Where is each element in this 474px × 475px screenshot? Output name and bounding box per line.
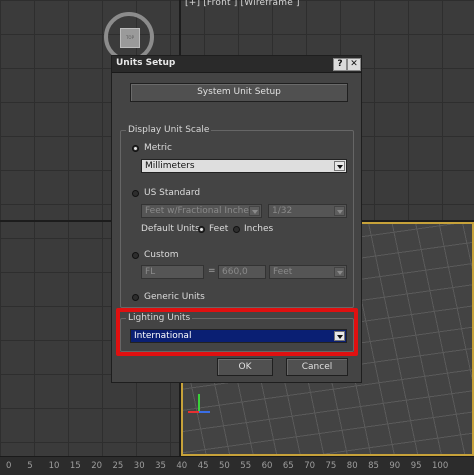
ruler-tick-label: 15 (69, 461, 81, 471)
metric-radio[interactable] (132, 145, 139, 152)
custom-radio[interactable] (132, 252, 139, 259)
feet-label[interactable]: Feet (209, 224, 228, 234)
custom-name-value: FL (145, 267, 156, 277)
metric-label[interactable]: Metric (144, 143, 172, 153)
viewcube-face[interactable]: TOP (120, 28, 140, 48)
custom-amount-field[interactable]: 660,0 (218, 265, 266, 279)
ruler-tick-label: 5 (27, 461, 33, 471)
custom-name-field[interactable]: FL (141, 265, 204, 279)
close-button[interactable]: ✕ (347, 58, 361, 71)
us-standard-label[interactable]: US Standard (144, 188, 200, 198)
us-standard-radio[interactable] (132, 190, 139, 197)
default-units-label: Default Units: (141, 224, 203, 234)
ruler-tick-label: 45 (197, 461, 209, 471)
help-button[interactable]: ? (333, 58, 347, 71)
ruler-tick-label: 90 (389, 461, 401, 471)
axis-tripod-icon (188, 394, 210, 413)
custom-label[interactable]: Custom (144, 250, 178, 260)
ruler-tick-label: 75 (325, 461, 337, 471)
ruler-tick-label: 60 (261, 461, 273, 471)
custom-amount-value: 660,0 (222, 267, 248, 277)
ruler-tick-label: 0 (6, 461, 12, 471)
ruler-tick-label: 10 (48, 461, 60, 471)
ruler-tick-label: 65 (282, 461, 294, 471)
ruler-tick-label: 55 (240, 461, 252, 471)
chevron-down-icon[interactable] (249, 206, 260, 216)
equals-sign: = (208, 266, 216, 276)
display-unit-scale-group: Display Unit Scale (120, 125, 354, 308)
generic-units-label[interactable]: Generic Units (144, 292, 205, 302)
metric-units-value: Millimeters (145, 161, 195, 171)
us-standard-value: Feet w/Fractional Inches (145, 206, 254, 216)
ruler-tick-label: 30 (133, 461, 145, 471)
time-ruler[interactable]: 0 5 10 15 20 25 30 35 40 45 50 55 60 65 70 75 80 85 90 95 10… (0, 456, 474, 475)
us-standard-dropdown[interactable]: Feet w/Fractional Inches (141, 204, 262, 218)
ruler-tick-label: 20 (91, 461, 103, 471)
cancel-button[interactable]: Cancel (286, 358, 348, 376)
ruler-tick-label: 100 (432, 461, 449, 471)
display-unit-scale-title: Display Unit Scale (126, 125, 212, 135)
chevron-down-icon[interactable] (334, 161, 345, 171)
ruler-tick-label: 80 (346, 461, 358, 471)
metric-units-dropdown[interactable]: Millimeters (141, 159, 347, 173)
default-feet-radio[interactable] (198, 226, 205, 233)
generic-units-radio[interactable] (132, 294, 139, 301)
chevron-down-icon[interactable] (334, 267, 345, 277)
ruler-tick-label: 95 (410, 461, 422, 471)
custom-unit-dropdown[interactable]: Feet (269, 265, 347, 279)
default-inches-radio[interactable] (233, 226, 240, 233)
ruler-tick-label: 70 (304, 461, 316, 471)
ruler-tick-label: 40 (176, 461, 188, 471)
ok-button[interactable]: OK (217, 358, 273, 376)
ruler-tick-label: 85 (368, 461, 379, 471)
chevron-down-icon[interactable] (334, 206, 345, 216)
inches-label[interactable]: Inches (244, 224, 273, 234)
ruler-tick-label: 25 (112, 461, 124, 471)
highlight-frame (116, 308, 358, 356)
fraction-value: 1/32 (272, 206, 293, 216)
viewport-label-front[interactable]: [+] [Front ] [Wireframe ] (185, 0, 300, 8)
ruler-tick-label: 50 (219, 461, 230, 471)
fraction-dropdown[interactable]: 1/32 (268, 204, 347, 218)
custom-unit-value: Feet (273, 267, 293, 277)
system-unit-setup-button[interactable]: System Unit Setup (130, 83, 348, 102)
dialog-title: Units Setup (116, 58, 176, 68)
ruler-tick-label: 35 (155, 461, 166, 471)
dialog-titlebar[interactable]: Units Setup ? ✕ (112, 56, 361, 73)
